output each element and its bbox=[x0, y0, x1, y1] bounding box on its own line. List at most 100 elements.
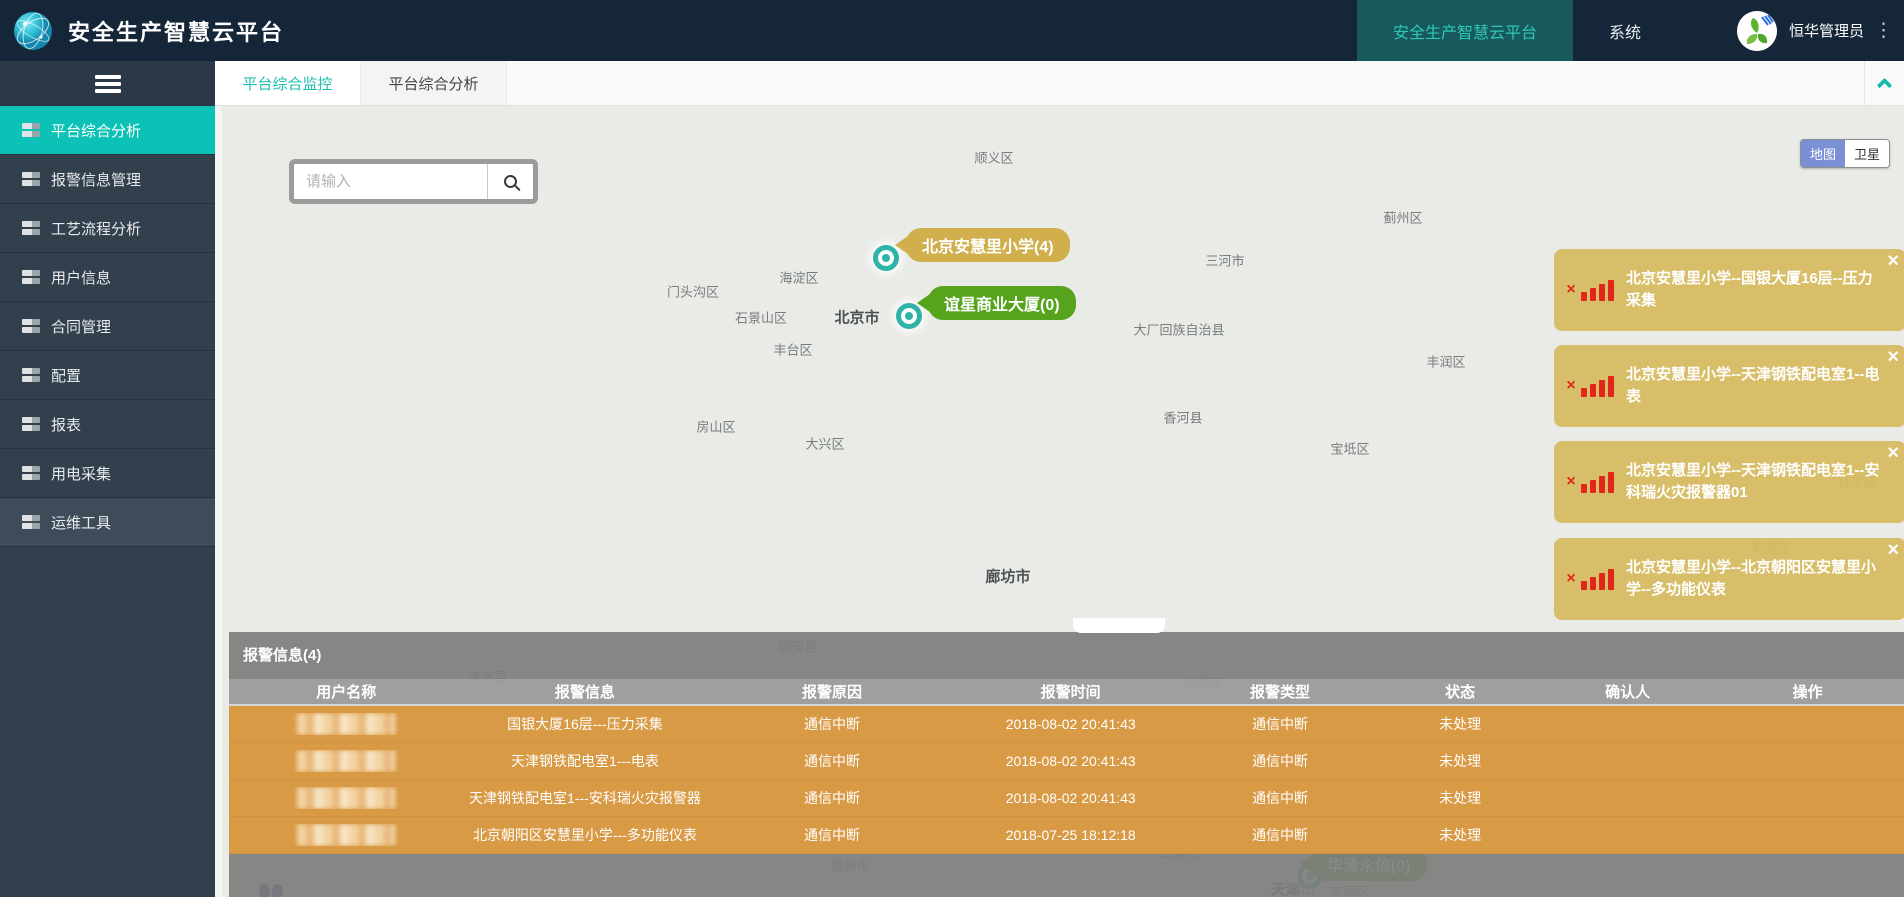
column-header: 报警信息 bbox=[464, 681, 707, 702]
alert-card-text: 北京安慧里小学--国银大厦16层--压力采集 bbox=[1626, 268, 1904, 313]
app-header: 安全生产智慧云平台 安全生产智慧云平台 系统 恒华管理员 ⋮ bbox=[0, 0, 1904, 61]
map-region-label: 石景山区 bbox=[735, 308, 787, 327]
map-region-label: 蓟州区 bbox=[1383, 208, 1422, 227]
table-row[interactable]: 国银大厦16层---压力采集 通信中断 2018-08-02 20:41:43 … bbox=[229, 706, 1904, 743]
alert-card-0[interactable]: × × 北京安慧里小学--国银大厦16层--压力采集 bbox=[1554, 249, 1904, 331]
sidebar-item-0[interactable]: 平台综合分析 bbox=[0, 106, 215, 155]
map-region-label: 廊坊市 bbox=[985, 566, 1030, 587]
sidebar-item-7[interactable]: 用电采集 bbox=[0, 449, 215, 498]
map-canvas[interactable]: 顺义区蓟州区三河市海淀区门头沟区石景山区北京市丰台区大厂回族自治县丰润区香河县房… bbox=[215, 106, 1904, 897]
sidebar-item-8[interactable]: 运维工具 bbox=[0, 498, 215, 547]
column-header: 状态 bbox=[1376, 681, 1544, 702]
cell-info: 天津钢铁配电室1---安科瑞火灾报警器 bbox=[464, 788, 707, 808]
close-icon[interactable]: × bbox=[1887, 540, 1899, 560]
cell-status: 未处理 bbox=[1376, 788, 1544, 808]
alarm-table-header: 用户名称报警信息报警原因报警时间报警类型状态确认人操作 bbox=[229, 679, 1904, 706]
sidebar-item-5[interactable]: 配置 bbox=[0, 351, 215, 400]
signal-bars-icon: × bbox=[1554, 280, 1626, 301]
signal-bars-icon: × bbox=[1554, 569, 1626, 590]
map-view-toggle: 地图 卫星 bbox=[1800, 139, 1890, 168]
cell-time: 2018-07-25 18:12:18 bbox=[958, 827, 1184, 843]
close-icon[interactable]: × bbox=[1887, 347, 1899, 367]
tab-1[interactable]: 平台综合分析 bbox=[361, 61, 507, 105]
cell-info: 国银大厦16层---压力采集 bbox=[464, 714, 707, 734]
sidebar-item-2[interactable]: 工艺流程分析 bbox=[0, 204, 215, 253]
list-icon bbox=[22, 123, 40, 137]
top-nav-system[interactable]: 系统 bbox=[1573, 0, 1677, 61]
map-region-label: 海淀区 bbox=[779, 268, 818, 287]
satellite-view-button[interactable]: 卫星 bbox=[1845, 140, 1889, 167]
sidebar-item-3[interactable]: 用户信息 bbox=[0, 253, 215, 302]
map-marker-bubble[interactable]: 谊星商业大厦(0) bbox=[928, 286, 1076, 320]
map-region-label: 大厂回族自治县 bbox=[1133, 320, 1224, 339]
map-marker-bubble[interactable]: 北京安慧里小学(4) bbox=[906, 228, 1070, 262]
alert-card-text: 北京安慧里小学--天津钢铁配电室1--安科瑞火灾报警器01 bbox=[1626, 460, 1904, 505]
map-region-label: 宝坻区 bbox=[1330, 439, 1369, 458]
redacted-username bbox=[297, 713, 395, 735]
top-nav-platform[interactable]: 安全生产智慧云平台 bbox=[1357, 0, 1573, 61]
tab-bar: 平台综合监控平台综合分析 bbox=[215, 61, 1904, 106]
sidebar: 平台综合分析 报警信息管理 工艺流程分析 用户信息 合同管理 配置 报表 用电采… bbox=[0, 61, 215, 897]
search-button[interactable] bbox=[487, 164, 533, 199]
list-icon bbox=[22, 417, 40, 431]
map-region-label: 顺义区 bbox=[974, 148, 1013, 167]
signal-bars-icon: × bbox=[1554, 376, 1626, 397]
cell-reason: 通信中断 bbox=[706, 714, 957, 734]
column-header: 报警原因 bbox=[706, 681, 957, 702]
chevron-up-icon bbox=[1877, 78, 1893, 94]
cell-type: 通信中断 bbox=[1184, 825, 1377, 845]
tab-0[interactable]: 平台综合监控 bbox=[215, 61, 361, 105]
alert-card-3[interactable]: × × 北京安慧里小学--北京朝阳区安慧里小学--多功能仪表 bbox=[1554, 538, 1904, 620]
table-row[interactable]: 天津钢铁配电室1---电表 通信中断 2018-08-02 20:41:43 通… bbox=[229, 743, 1904, 780]
list-icon bbox=[22, 466, 40, 480]
table-row[interactable]: 北京朝阳区安慧里小学---多功能仪表 通信中断 2018-07-25 18:12… bbox=[229, 817, 1904, 854]
alarm-panel-title: 报警信息(4) bbox=[243, 644, 1904, 665]
list-icon bbox=[22, 368, 40, 382]
avatar[interactable] bbox=[1737, 11, 1777, 51]
alert-card-1[interactable]: × × 北京安慧里小学--天津钢铁配电室1--电表 bbox=[1554, 345, 1904, 427]
alert-card-2[interactable]: × × 北京安慧里小学--天津钢铁配电室1--安科瑞火灾报警器01 bbox=[1554, 441, 1904, 523]
alarm-panel: 报警信息(4) 用户名称报警信息报警原因报警时间报警类型状态确认人操作 国银大厦… bbox=[229, 632, 1904, 897]
cell-info: 天津钢铁配电室1---电表 bbox=[464, 751, 707, 771]
map-region-label: 三河市 bbox=[1205, 251, 1244, 270]
kebab-menu-icon[interactable]: ⋮ bbox=[1874, 21, 1890, 40]
cell-time: 2018-08-02 20:41:43 bbox=[958, 716, 1184, 732]
alarm-panel-handle[interactable] bbox=[1073, 618, 1165, 633]
map-region-label: 香河县 bbox=[1163, 408, 1202, 427]
cell-status: 未处理 bbox=[1376, 751, 1544, 771]
hamburger-icon bbox=[95, 72, 121, 96]
search-input[interactable] bbox=[294, 173, 487, 190]
sidebar-item-1[interactable]: 报警信息管理 bbox=[0, 155, 215, 204]
sidebar-item-4[interactable]: 合同管理 bbox=[0, 302, 215, 351]
sidebar-item-6[interactable]: 报表 bbox=[0, 400, 215, 449]
cell-type: 通信中断 bbox=[1184, 714, 1377, 734]
column-header: 操作 bbox=[1711, 681, 1904, 702]
map-region-label: 丰台区 bbox=[773, 340, 812, 359]
map-region-label: 北京市 bbox=[834, 307, 879, 328]
redacted-username bbox=[297, 787, 395, 809]
map-view-button[interactable]: 地图 bbox=[1801, 140, 1845, 167]
alert-card-text: 北京安慧里小学--天津钢铁配电室1--电表 bbox=[1626, 364, 1904, 409]
column-header: 报警类型 bbox=[1184, 681, 1377, 702]
signal-bars-icon: × bbox=[1554, 472, 1626, 493]
column-header: 用户名称 bbox=[229, 681, 464, 702]
search-icon bbox=[504, 175, 517, 188]
close-icon[interactable]: × bbox=[1887, 443, 1899, 463]
map-region-label: 房山区 bbox=[696, 417, 735, 436]
list-icon bbox=[22, 172, 40, 186]
panel-collapse-button[interactable] bbox=[1864, 61, 1904, 105]
close-icon[interactable]: × bbox=[1887, 251, 1899, 271]
page-title: 安全生产智慧云平台 bbox=[68, 15, 284, 47]
sidebar-collapse-button[interactable] bbox=[0, 61, 215, 106]
list-icon bbox=[22, 221, 40, 235]
cell-type: 通信中断 bbox=[1184, 788, 1377, 808]
cell-time: 2018-08-02 20:41:43 bbox=[958, 753, 1184, 769]
redacted-username bbox=[297, 824, 395, 846]
list-icon bbox=[22, 515, 40, 529]
username: 恒华管理员 bbox=[1789, 20, 1864, 41]
list-icon bbox=[22, 319, 40, 333]
top-nav: 安全生产智慧云平台 系统 bbox=[1357, 0, 1677, 61]
table-row[interactable]: 天津钢铁配电室1---安科瑞火灾报警器 通信中断 2018-08-02 20:4… bbox=[229, 780, 1904, 817]
column-header: 报警时间 bbox=[958, 681, 1184, 702]
cell-status: 未处理 bbox=[1376, 825, 1544, 845]
